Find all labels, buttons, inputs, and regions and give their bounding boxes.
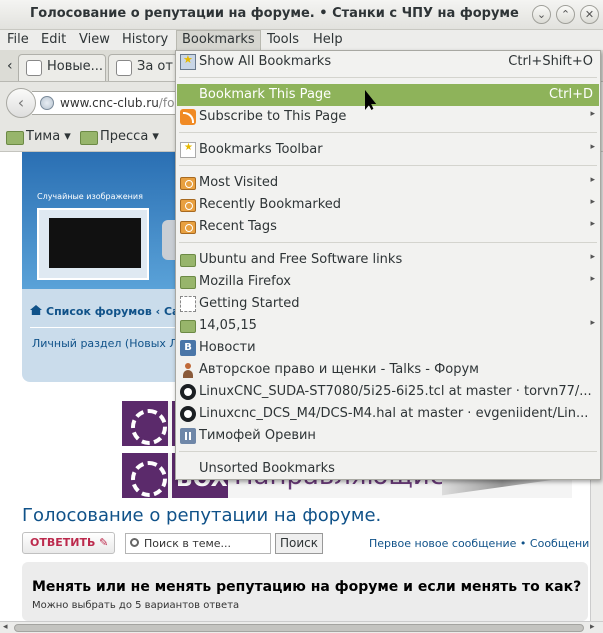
- submenu-arrow-icon: ▸: [590, 142, 595, 152]
- topic-info-links[interactable]: Первое новое сообщение • Сообщений: 2 •: [369, 537, 603, 550]
- minimize-button[interactable]: ⌄: [532, 5, 551, 24]
- menu-item-getting-started[interactable]: Getting Started: [177, 293, 599, 315]
- menu-item-recent-tags[interactable]: Recent Tags ▸: [177, 216, 599, 238]
- menu-item-folder-14-05-15[interactable]: 14,05,15 ▸: [177, 315, 599, 337]
- menu-tools[interactable]: Tools: [267, 32, 299, 47]
- menu-item-unsorted-bookmarks[interactable]: Unsorted Bookmarks: [177, 458, 599, 480]
- horizontal-scrollbar[interactable]: ◂ ▸: [0, 621, 603, 633]
- back-button[interactable]: ‹: [6, 88, 36, 118]
- folder-icon: [180, 320, 196, 333]
- gear-logo-icon: [122, 453, 168, 498]
- home-icon: [30, 305, 42, 315]
- menu-history[interactable]: History: [122, 32, 168, 47]
- menu-separator: [179, 242, 597, 243]
- menu-item-linuxcnc-dcs[interactable]: Linuxcnc_DCS_M4/DCS-M4.hal at master · e…: [177, 403, 599, 425]
- menu-item-most-visited[interactable]: Most Visited ▸: [177, 172, 599, 194]
- menu-view[interactable]: View: [79, 32, 110, 47]
- page-icon: [26, 60, 42, 76]
- poll-question: Менять или не менять репутацию на форуме…: [32, 579, 582, 595]
- menu-separator: [179, 77, 597, 78]
- bookmarks-menu: Show All Bookmarks Ctrl+Shift+O Bookmark…: [175, 50, 601, 480]
- menu-item-subscribe[interactable]: Subscribe to This Page ▸: [177, 106, 599, 128]
- bookmark-folder-pressa[interactable]: Пресса ▾: [80, 129, 159, 145]
- menu-item-bookmarks-toolbar[interactable]: Bookmarks Toolbar ▸: [177, 139, 599, 161]
- window-title: Голосование о репутации на форуме. • Ста…: [30, 6, 519, 21]
- submenu-arrow-icon: ▸: [590, 252, 595, 262]
- folder-icon: [180, 276, 196, 289]
- menu-item-bookmark-this-page[interactable]: Bookmark This Page Ctrl+D: [177, 84, 599, 106]
- menu-item-mozilla-firefox[interactable]: Mozilla Firefox ▸: [177, 271, 599, 293]
- bookmark-folder-tima[interactable]: Тима ▾: [6, 129, 71, 145]
- scroll-right-icon[interactable]: ▸: [590, 622, 595, 632]
- menu-edit[interactable]: Edit: [41, 32, 66, 47]
- globe-icon: [40, 96, 54, 110]
- github-icon: [180, 406, 196, 422]
- tab-new-posts[interactable]: Новые...: [18, 54, 106, 81]
- smart-folder-icon: [180, 221, 196, 234]
- menu-item-show-all-bookmarks[interactable]: Show All Bookmarks Ctrl+Shift+O: [177, 51, 599, 73]
- user-avatar-icon: [180, 362, 196, 378]
- menubar: File Edit View History Bookmarks Tools H…: [0, 30, 603, 51]
- tab-label: Новые...: [47, 59, 104, 74]
- banner-caption: Случайные изображения: [37, 192, 143, 201]
- page-icon: [116, 60, 132, 76]
- pause-icon: [180, 428, 196, 444]
- tab-scroll-left-icon[interactable]: ‹: [7, 58, 13, 74]
- poll-hint: Можно выбрать до 5 вариантов ответа: [32, 600, 240, 611]
- submenu-arrow-icon: ▸: [590, 109, 595, 119]
- window-titlebar: Голосование о репутации на форуме. • Ста…: [0, 0, 603, 30]
- submenu-arrow-icon: ▸: [590, 197, 595, 207]
- tab-label: За от: [137, 59, 173, 74]
- topic-title[interactable]: Голосование о репутации на форуме.: [22, 505, 381, 526]
- bookmarks-toolbar-icon: [180, 142, 196, 158]
- breadcrumb[interactable]: Список форумов ‹ Сай: [30, 305, 187, 318]
- url-text: www.cnc-club.ru/fo: [60, 96, 175, 110]
- scroll-left-icon[interactable]: ◂: [3, 622, 8, 632]
- menu-separator: [179, 132, 597, 133]
- github-icon: [180, 384, 196, 400]
- smart-folder-icon: [180, 199, 196, 212]
- personal-section-link[interactable]: Личный раздел (Новых Л: [32, 337, 178, 350]
- menu-item-recently-bookmarked[interactable]: Recently Bookmarked ▸: [177, 194, 599, 216]
- smart-folder-icon: [180, 177, 196, 190]
- submenu-arrow-icon: ▸: [590, 175, 595, 185]
- menu-item-timofey-orevin[interactable]: Тимофей Оревин: [177, 425, 599, 447]
- menu-item-copyright-talks[interactable]: Авторское право и щенки - Talks - Форум: [177, 359, 599, 381]
- blank-page-icon: [180, 296, 196, 312]
- close-button[interactable]: ✕: [580, 5, 599, 24]
- menu-item-linuxcnc-suda[interactable]: LinuxCNC_SUDA-ST7080/5i25-6i25.tcl at ma…: [177, 381, 599, 403]
- library-icon: [180, 53, 196, 70]
- scrollbar-thumb[interactable]: [14, 624, 584, 632]
- folder-icon: [180, 254, 196, 267]
- reply-button[interactable]: ОТВЕТИТЬ ✎: [22, 532, 115, 554]
- gear-logo-icon: [122, 401, 168, 446]
- menu-separator: [179, 165, 597, 166]
- search-icon: [130, 538, 139, 547]
- menu-separator: [179, 451, 597, 452]
- random-image-thumbnail[interactable]: [37, 208, 149, 280]
- submenu-arrow-icon: ▸: [590, 318, 595, 328]
- search-button[interactable]: Поиск: [275, 533, 323, 554]
- poll-box: Менять или не менять репутацию на форуме…: [22, 562, 588, 621]
- maximize-button[interactable]: ⌃: [556, 5, 575, 24]
- submenu-arrow-icon: ▸: [590, 274, 595, 284]
- submenu-arrow-icon: ▸: [590, 219, 595, 229]
- topic-search-input[interactable]: Поиск в теме...: [125, 533, 271, 554]
- menu-item-novosti[interactable]: B Новости: [177, 337, 599, 359]
- tab-za-ot[interactable]: За от: [108, 54, 178, 81]
- menu-help[interactable]: Help: [313, 32, 343, 47]
- menu-bookmarks[interactable]: Bookmarks: [176, 30, 261, 51]
- vk-icon: B: [180, 340, 196, 356]
- menu-file[interactable]: File: [7, 32, 29, 47]
- menu-item-ubuntu-links[interactable]: Ubuntu and Free Software links ▸: [177, 249, 599, 271]
- rss-icon: [180, 109, 196, 125]
